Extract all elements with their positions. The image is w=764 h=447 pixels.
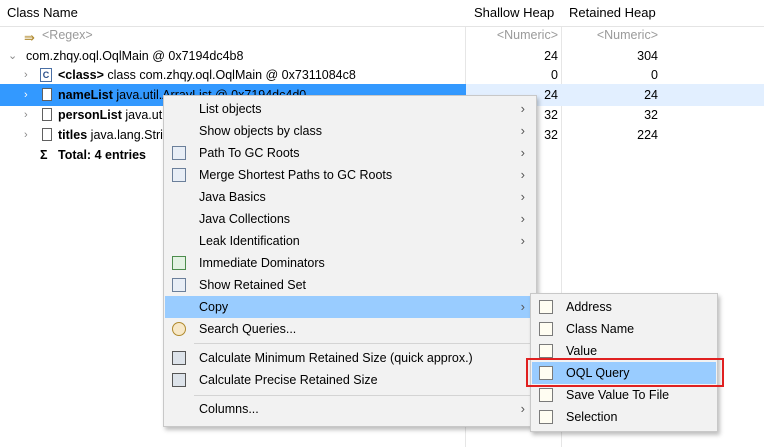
submenu-arrow-icon: › (520, 211, 525, 226)
regex-filter-input[interactable]: <Regex> (42, 24, 93, 46)
submenu-item-save-value-to-file[interactable]: Save Value To File (532, 384, 716, 406)
menu-separator (194, 395, 530, 396)
menu-item-java-collections[interactable]: Java Collections › (165, 208, 535, 230)
path-tree-icon (172, 146, 186, 160)
class-icon: C (40, 68, 52, 82)
copy-doc-icon (539, 300, 553, 314)
save-doc-icon (539, 388, 553, 402)
menu-item-merge-shortest-paths[interactable]: Merge Shortest Paths to GC Roots › (165, 164, 535, 186)
table-row[interactable]: › C <class> class com.zhqy.oql.OqlMain @… (0, 64, 764, 86)
database-search-icon (172, 322, 186, 336)
row-retained: 224 (637, 128, 658, 142)
row-bold-label: personList (58, 108, 122, 122)
column-header-retained-heap[interactable]: Retained Heap (569, 0, 656, 26)
row-bold-label: nameList (58, 88, 113, 102)
submenu-arrow-icon: › (520, 233, 525, 248)
copy-doc-icon (539, 410, 553, 424)
chevron-right-icon[interactable]: › (24, 104, 28, 126)
row-bold-label: titles (58, 128, 88, 142)
retained-numeric-filter-input[interactable]: <Numeric> (578, 24, 658, 46)
submenu-arrow-icon: › (520, 101, 525, 116)
chevron-right-icon[interactable]: › (24, 64, 28, 86)
context-menu: List objects › Show objects by class › P… (163, 95, 537, 427)
row-retained: 32 (644, 108, 658, 122)
menu-item-calculate-precise-retained-size[interactable]: Calculate Precise Retained Size (165, 369, 535, 391)
row-bold-label: <class> (58, 68, 104, 82)
submenu-arrow-icon: › (520, 167, 525, 182)
total-label: Total: 4 entries (58, 148, 146, 162)
submenu-arrow-icon: › (520, 189, 525, 204)
copy-doc-icon (539, 322, 553, 336)
row-retained: 24 (644, 88, 658, 102)
copy-doc-icon (539, 344, 553, 358)
menu-item-show-retained-set[interactable]: Show Retained Set (165, 274, 535, 296)
merge-paths-icon (172, 168, 186, 182)
submenu-arrow-icon: › (520, 401, 525, 416)
dominator-icon (172, 256, 186, 270)
chevron-right-icon[interactable]: › (24, 124, 28, 146)
menu-item-java-basics[interactable]: Java Basics › (165, 186, 535, 208)
menu-item-list-objects[interactable]: List objects › (165, 98, 535, 120)
shallow-numeric-filter-input[interactable]: <Numeric> (478, 24, 558, 46)
array-icon (42, 128, 52, 141)
menu-item-columns[interactable]: Columns... › (165, 398, 535, 420)
column-header-class-name[interactable]: Class Name (7, 0, 78, 26)
highlight-annotation-box (526, 358, 724, 387)
row-name: class com.zhqy.oql.OqlMain @ 0x7311084c8 (103, 68, 356, 82)
submenu-arrow-icon: › (520, 299, 525, 314)
menu-item-leak-identification[interactable]: Leak Identification › (165, 230, 535, 252)
menu-separator (194, 343, 530, 344)
table-header: Class Name Shallow Heap Retained Heap (0, 0, 764, 27)
submenu-arrow-icon: › (520, 123, 525, 138)
calculator-icon (172, 351, 186, 365)
sigma-icon: Σ (40, 148, 48, 162)
submenu-item-class-name[interactable]: Class Name (532, 318, 716, 340)
submenu-item-address[interactable]: Address (532, 296, 716, 318)
object-icon (42, 88, 52, 101)
submenu-item-selection[interactable]: Selection (532, 406, 716, 428)
submenu-arrow-icon: › (520, 145, 525, 160)
row-retained: 0 (651, 68, 658, 82)
menu-item-show-objects-by-class[interactable]: Show objects by class › (165, 120, 535, 142)
filter-row: ⇛ <Regex> <Numeric> <Numeric> (0, 24, 764, 46)
chevron-right-icon[interactable]: › (24, 84, 28, 106)
column-header-shallow-heap[interactable]: Shallow Heap (474, 0, 554, 26)
object-icon (42, 108, 52, 121)
calculator-icon (172, 373, 186, 387)
retained-set-icon (172, 278, 186, 292)
menu-item-path-to-gc-roots[interactable]: Path To GC Roots › (165, 142, 535, 164)
menu-item-search-queries[interactable]: Search Queries... (165, 318, 535, 340)
row-shallow: 0 (551, 68, 558, 82)
menu-item-immediate-dominators[interactable]: Immediate Dominators (165, 252, 535, 274)
menu-item-copy[interactable]: Copy › (165, 296, 535, 318)
menu-item-calculate-minimum-retained-size[interactable]: Calculate Minimum Retained Size (quick a… (165, 347, 535, 369)
